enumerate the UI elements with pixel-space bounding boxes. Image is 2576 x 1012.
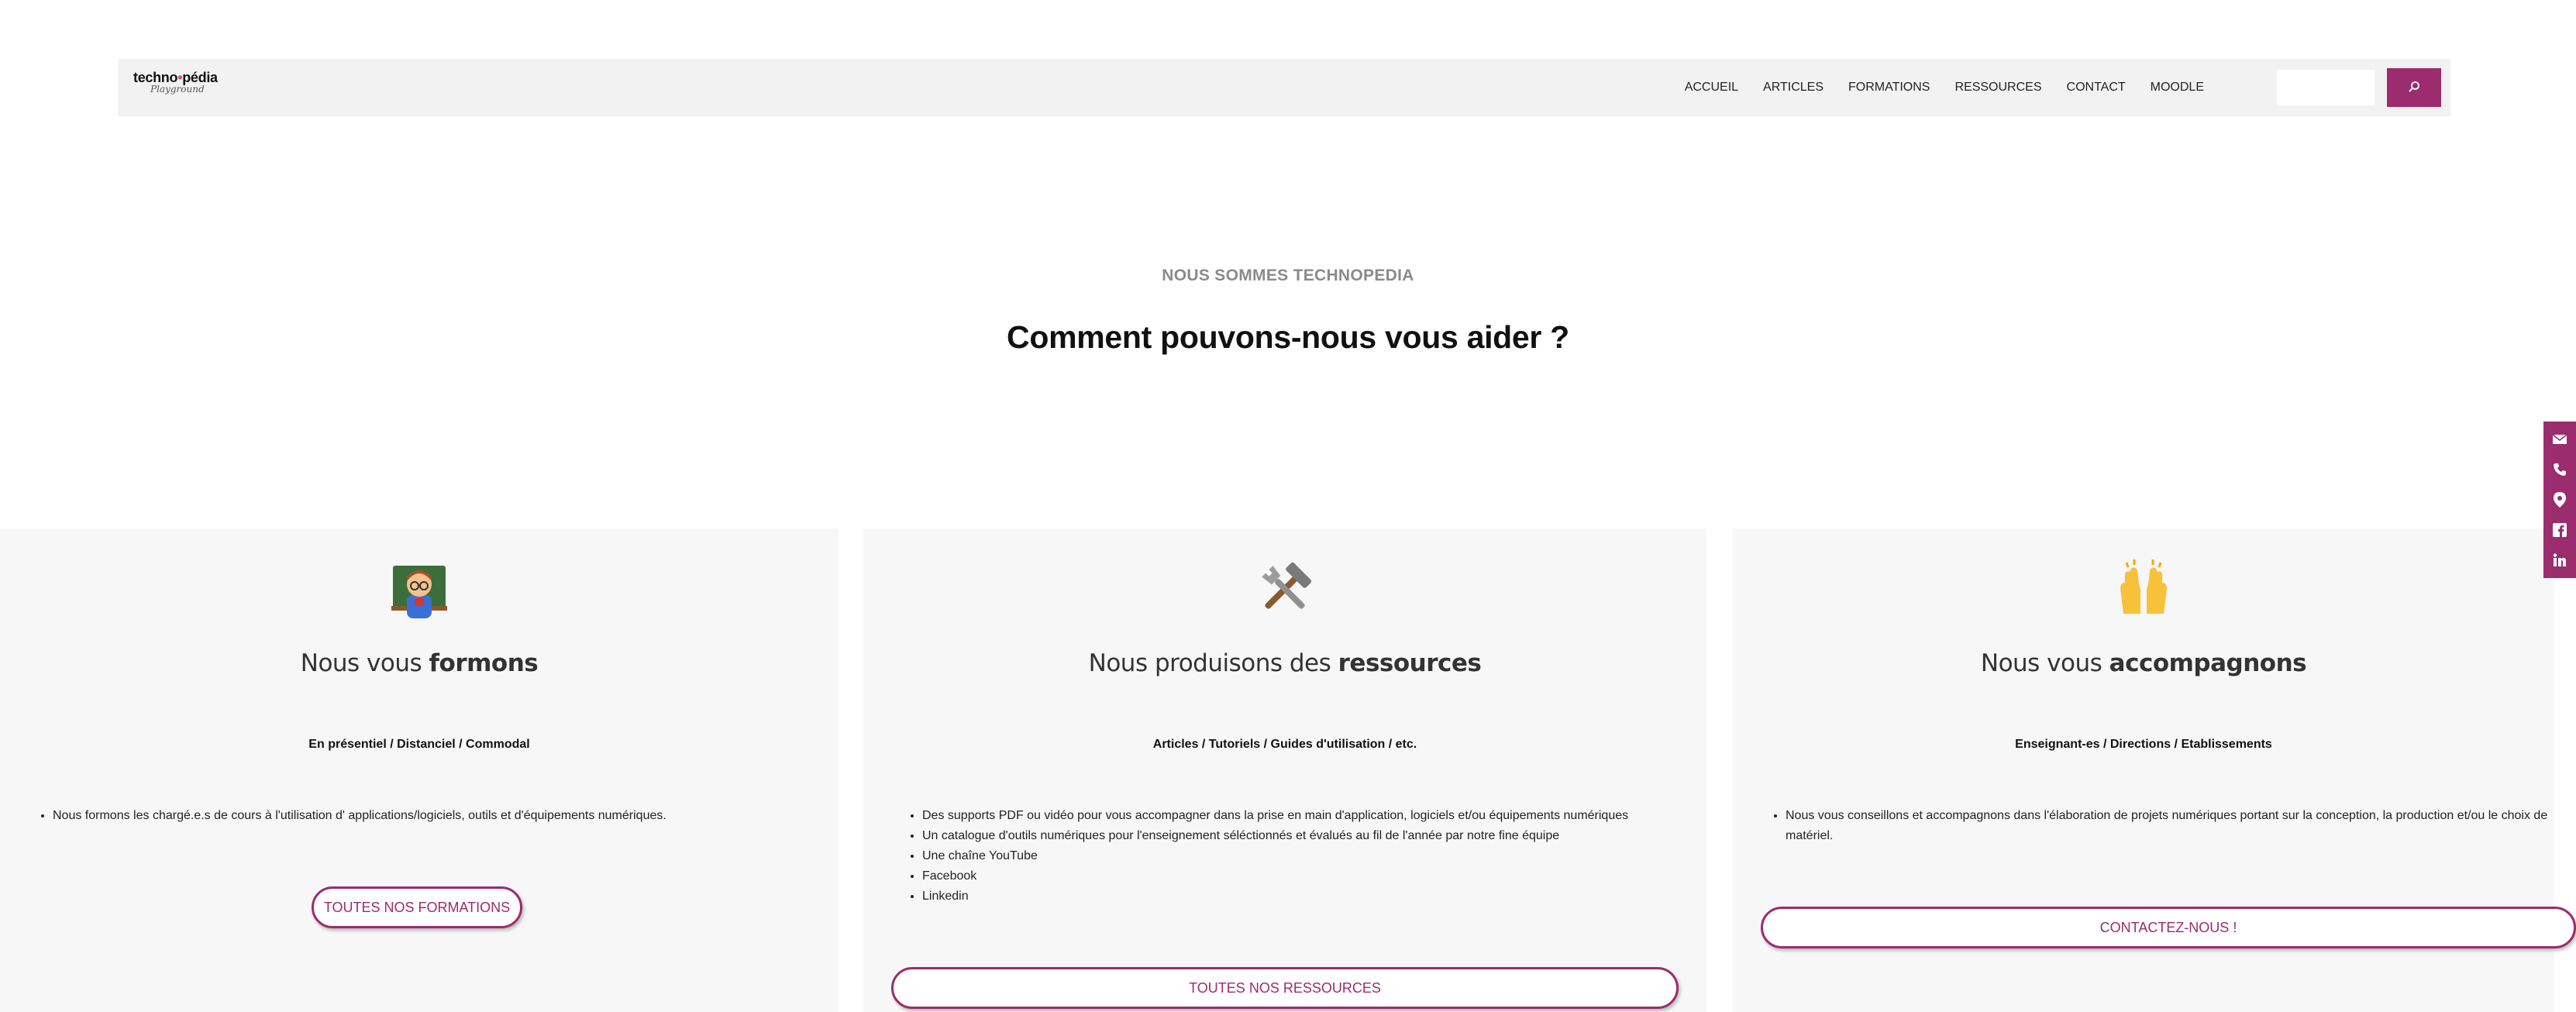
list-item: Nous vous conseillons et accompagnons da… — [1786, 806, 2553, 846]
card-formations: Nous vous formons En présentiel / Distan… — [0, 528, 839, 1012]
card-accompagnement: Nous vous accompagnons Enseignant-es / D… — [1733, 528, 2576, 1012]
card-bullet-list: Nous vous conseillons et accompagnons da… — [1770, 806, 2553, 846]
linkedin-icon[interactable] — [2551, 552, 2568, 569]
main-nav: ACCUEIL ARTICLES FORMATIONS RESSOURCES C… — [1685, 59, 2204, 116]
search-button[interactable] — [2387, 68, 2441, 107]
card-title: Nous vous accompagnons — [1980, 649, 2307, 677]
all-trainings-button[interactable]: TOUTES NOS FORMATIONS — [312, 886, 522, 928]
card-subtitle: Articles / Tutoriels / Guides d'utilisat… — [1152, 738, 1417, 751]
site-logo[interactable]: techno•pédia Playground — [133, 70, 234, 108]
card-bullet-list: Nous formons les chargé.e.s de cours à l… — [37, 806, 828, 826]
search-icon — [2408, 81, 2420, 95]
card-ressources: Nous produisons des ressources Articles … — [863, 528, 1706, 1012]
card-title: Nous produisons des ressources — [1088, 649, 1482, 677]
all-resources-button[interactable]: TOUTES NOS RESSOURCES — [891, 967, 1679, 1009]
card-subtitle: En présentiel / Distanciel / Commodal — [308, 738, 530, 751]
contact-us-button[interactable]: CONTACTEZ-NOUS ! — [1761, 907, 2576, 948]
nav-contact[interactable]: CONTACT — [2067, 81, 2126, 95]
nav-moodle[interactable]: MOODLE — [2151, 81, 2204, 95]
hero-headline: Comment pouvons-nous vous aider ? — [1007, 319, 1569, 355]
site-header: techno•pédia Playground ACCUEIL ARTICLES… — [118, 59, 2450, 116]
nav-accueil[interactable]: ACCUEIL — [1685, 81, 1738, 95]
location-icon[interactable] — [2551, 491, 2568, 508]
raising-hands-emoji-icon — [2113, 558, 2175, 620]
list-item: Une chaîne YouTube — [922, 846, 1697, 866]
list-item: Nous formons les chargé.e.s de cours à l… — [53, 806, 828, 826]
teacher-emoji-icon — [388, 558, 450, 620]
hero-eyebrow: NOUS SOMMES TECHNOPEDIA — [1162, 267, 1414, 284]
list-item: Des supports PDF ou vidéo pour vous acco… — [922, 806, 1697, 826]
facebook-icon[interactable] — [2551, 521, 2568, 539]
nav-formations[interactable]: FORMATIONS — [1848, 81, 1930, 95]
phone-icon[interactable] — [2551, 461, 2568, 478]
social-sidebar — [2543, 422, 2576, 578]
list-item: Linkedin — [922, 886, 1697, 907]
list-item: Facebook — [922, 866, 1697, 886]
card-title: Nous vous formons — [300, 649, 539, 677]
card-bullet-list: Des supports PDF ou vidéo pour vous acco… — [907, 806, 1697, 907]
email-icon[interactable] — [2551, 431, 2568, 448]
list-item: Un catalogue d'outils numériques pour l'… — [922, 826, 1697, 846]
search-input[interactable] — [2277, 70, 2375, 105]
logo-tagline: Playground — [150, 84, 205, 95]
nav-ressources[interactable]: RESSOURCES — [1954, 81, 2041, 95]
nav-articles[interactable]: ARTICLES — [1763, 81, 1824, 95]
card-subtitle: Enseignant-es / Directions / Etablisseme… — [2015, 738, 2272, 751]
tools-emoji-icon — [1254, 558, 1316, 620]
